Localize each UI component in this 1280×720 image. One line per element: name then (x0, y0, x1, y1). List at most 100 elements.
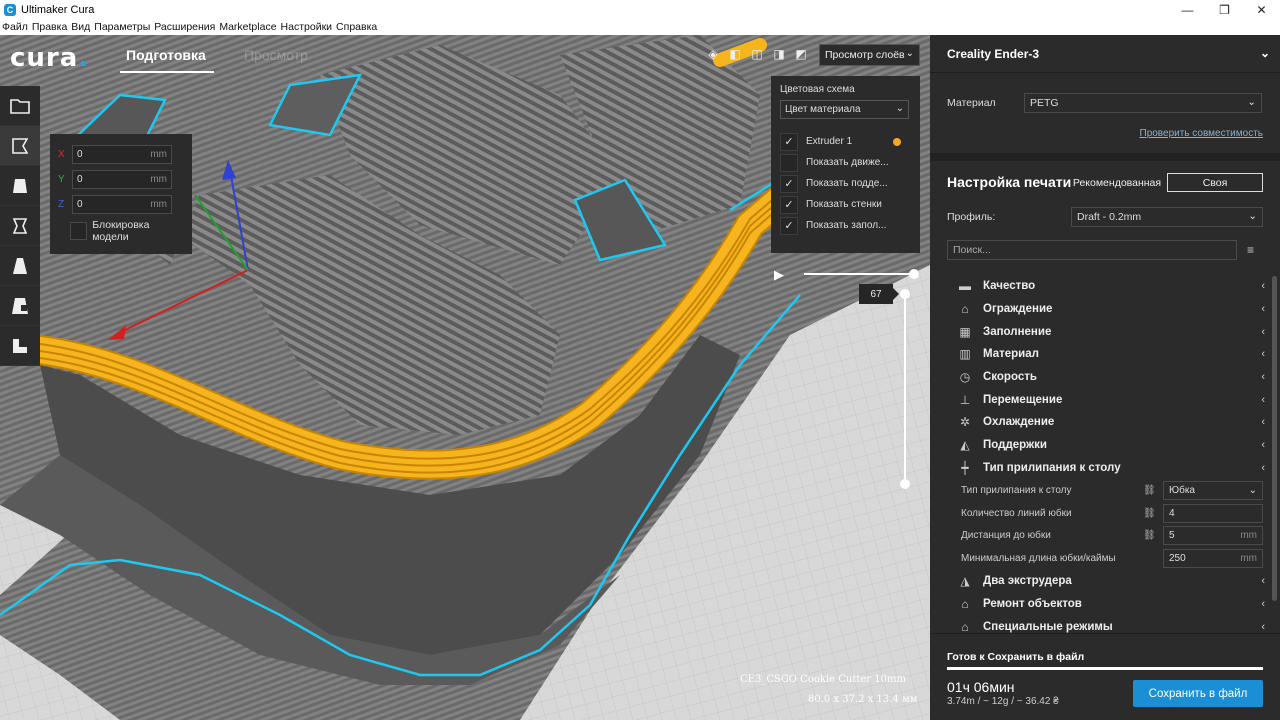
category-speed[interactable]: ◷ Скорость ‹ (957, 366, 1270, 389)
minimize-button[interactable]: — (1169, 0, 1206, 19)
right-view-icon[interactable]: ◩ (794, 47, 808, 61)
x-unit: mm (150, 148, 167, 160)
play-simulation-icon[interactable]: ▶ (774, 267, 784, 283)
settings-search-input[interactable]: Поиск... (947, 240, 1237, 260)
3d-view-icon[interactable]: ◈ (706, 47, 720, 61)
category-cooling[interactable]: ✲ Охлаждение ‹ (957, 411, 1270, 434)
menu-help[interactable]: Справка (336, 21, 377, 33)
front-view-icon[interactable]: ◧ (728, 47, 742, 61)
cura-logo: cura. (10, 43, 90, 73)
dual-extruder-icon: ◮ (960, 574, 970, 589)
per-model-settings-button[interactable] (0, 286, 40, 326)
adhesion-type-select[interactable]: Юбка ⌄ (1163, 481, 1263, 501)
z-position-input[interactable]: 0 mm (72, 194, 172, 214)
category-travel[interactable]: ⊥ Перемещение ‹ (957, 388, 1270, 411)
material-select[interactable]: PETG ⌄ (1024, 93, 1262, 113)
menu-extensions[interactable]: Расширения (154, 21, 215, 33)
tab-prepare[interactable]: Подготовка (120, 47, 214, 73)
chevron-left-icon: ‹ (1261, 416, 1265, 429)
scale-tool-button[interactable] (0, 166, 40, 206)
current-layer-badge[interactable]: 67 (859, 284, 899, 304)
layer-slider-track[interactable] (904, 293, 906, 483)
skirt-distance-input[interactable]: 5 mm (1163, 526, 1263, 546)
menu-file[interactable]: Файл (2, 21, 28, 33)
maximize-button[interactable]: ❐ (1206, 0, 1243, 19)
category-label: Два экструдера (983, 575, 1072, 588)
custom-mode-button[interactable]: Своя (1167, 173, 1263, 192)
category-shell[interactable]: ⌂ Ограждение ‹ (957, 298, 1270, 321)
category-infill[interactable]: ▦ Заполнение ‹ (957, 320, 1270, 343)
slice-status-text: Готов к Сохранить в файл (947, 651, 1085, 663)
x-position-input[interactable]: 0 mm (72, 144, 172, 164)
z-unit: mm (150, 198, 167, 210)
category-quality[interactable]: ▬ Качество ‹ (957, 275, 1270, 298)
setting-unit: mm (1240, 553, 1257, 565)
view-type-select[interactable]: Просмотр слоёв ⌄ (819, 44, 920, 66)
layer-slider-lower-handle[interactable] (900, 479, 910, 489)
support-blocker-button[interactable] (0, 326, 40, 366)
layer-option-helpers[interactable]: ✓ Показать подде... (780, 173, 911, 194)
print-stats: 3.74m / ~ 12g / ~ 36.42 ₴ (947, 696, 1059, 707)
tab-preview[interactable]: Просмотр (244, 47, 308, 63)
model-name: CE3_CSGO Cookie Cutter 10mm (740, 674, 906, 685)
slice-progress-bar (947, 667, 1263, 670)
setting-skirt-min-length: Минимальная длина юбки/каймы 250 mm (957, 547, 1270, 570)
layer-slider-upper-handle[interactable] (900, 289, 910, 299)
menu-marketplace[interactable]: Marketplace (219, 21, 276, 33)
layer-option-travels[interactable]: Показать движе... (780, 152, 911, 173)
skirt-line-count-input[interactable]: 4 (1163, 503, 1263, 523)
x-axis-label: X (58, 148, 65, 160)
category-label: Ремонт объектов (983, 597, 1082, 610)
category-label: Заполнение (983, 325, 1052, 338)
check-icon[interactable]: ✓ (780, 216, 798, 235)
category-adhesion[interactable]: ┿ Тип прилипания к столу ‹ (957, 457, 1270, 480)
unchecked-box[interactable] (780, 153, 798, 172)
check-compatibility-link[interactable]: Проверить совместимость (1140, 128, 1264, 139)
category-dual-extrusion[interactable]: ◮ Два экструдера ‹ (957, 570, 1270, 593)
category-mesh-fixes[interactable]: ⌂ Ремонт объектов ‹ (957, 593, 1270, 616)
menu-settings[interactable]: Параметры (94, 21, 150, 33)
infill-icon: ▦ (959, 324, 971, 339)
close-button[interactable]: ✕ (1243, 0, 1280, 19)
folder-icon (10, 98, 30, 114)
y-position-input[interactable]: 0 mm (72, 169, 172, 189)
material-icon: ▥ (959, 347, 971, 362)
color-scheme-select[interactable]: Цвет материала ⌄ (780, 100, 909, 119)
printer-selector[interactable]: Creality Ender-3 ⌄ (930, 35, 1280, 73)
check-icon[interactable]: ✓ (780, 174, 798, 193)
category-label: Тип прилипания к столу (983, 461, 1121, 474)
print-time: 01ч 06мин (947, 679, 1015, 695)
category-label: Материал (983, 348, 1039, 361)
mirror-tool-button[interactable] (0, 246, 40, 286)
recommended-mode-button[interactable]: Рекомендованная (1072, 173, 1162, 192)
menu-edit[interactable]: Правка (32, 21, 67, 33)
move-tool-button[interactable] (0, 126, 40, 166)
layer-option-infill[interactable]: ✓ Показать запол... (780, 215, 911, 236)
path-slider-handle[interactable] (909, 269, 919, 279)
save-to-file-button[interactable]: Сохранить в файл (1133, 680, 1263, 707)
profile-value: Draft - 0.2mm (1077, 211, 1142, 223)
path-slider-track[interactable] (804, 273, 914, 275)
skirt-min-length-input[interactable]: 250 mm (1163, 549, 1263, 569)
top-view-icon[interactable]: ◫ (750, 47, 764, 61)
chevron-down-icon: ⌄ (1247, 96, 1256, 108)
layer-view-viewport[interactable]: cura. Подготовка Просмотр ◈ ◧ ◫ ◨ ◩ Прос… (0, 35, 930, 720)
output-panel: Готов к Сохранить в файл 01ч 06мин 3.74m… (930, 633, 1280, 720)
window-controls: — ❐ ✕ (1169, 0, 1280, 19)
check-icon[interactable]: ✓ (780, 195, 798, 214)
rotate-tool-button[interactable] (0, 206, 40, 246)
check-icon[interactable]: ✓ (780, 132, 798, 151)
category-material[interactable]: ▥ Материал ‹ (957, 343, 1270, 366)
profile-select[interactable]: Draft - 0.2mm ⌄ (1071, 207, 1263, 227)
lock-model-checkbox[interactable] (70, 222, 88, 240)
settings-visibility-menu-icon[interactable]: ≡ (1247, 243, 1254, 257)
menu-view[interactable]: Вид (71, 21, 90, 33)
menu-preferences[interactable]: Настройки (281, 21, 333, 33)
settings-scrollbar[interactable] (1272, 276, 1277, 601)
left-view-icon[interactable]: ◨ (772, 47, 786, 61)
layer-option-shell[interactable]: ✓ Показать стенки (780, 194, 911, 215)
category-support[interactable]: ◭ Поддержки ‹ (957, 434, 1270, 457)
open-file-button[interactable] (0, 86, 40, 126)
layer-option-extruder[interactable]: ✓ Extruder 1 (780, 131, 911, 152)
link-icon: ⛓ (1143, 485, 1156, 497)
